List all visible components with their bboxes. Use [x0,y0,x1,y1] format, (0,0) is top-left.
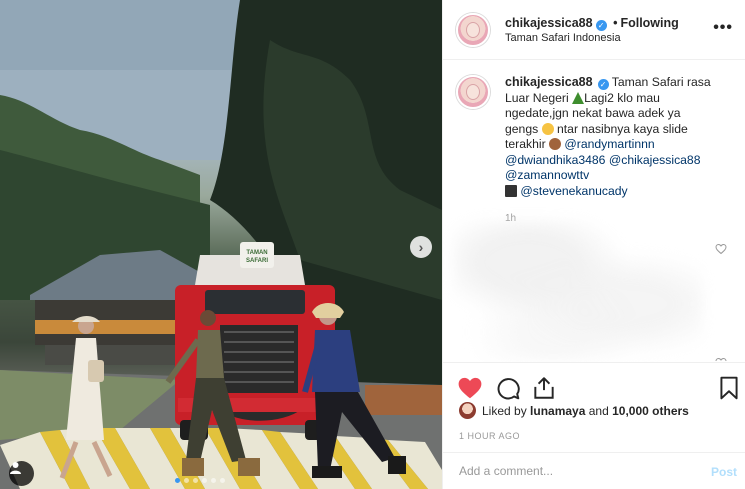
mention-link[interactable]: @zamannowttv [505,168,589,182]
liker-avatar[interactable] [459,402,476,419]
post-photo[interactable]: TAMAN SAFARI › [0,0,442,489]
post-header: chikajessica88 ✓ • Following Taman Safari … [443,0,745,60]
verified-badge-icon: ✓ [595,20,607,31]
separator-dot: • [613,16,618,30]
post-location[interactable]: Taman Safari Indonesia [505,32,621,44]
liked-by-text: Liked by lunamaya and 10,000 others [482,404,689,418]
likes-summary: Liked by lunamaya and 10,000 others [459,402,689,419]
comment-icon[interactable] [495,375,521,401]
carousel-dot [211,478,216,483]
carousel-dot [193,478,198,483]
next-photo-button[interactable]: › [410,236,432,258]
caption-author-username[interactable]: chikajessica88 [505,75,593,89]
caption-text: chikajessica88 ✓ Taman Safari rasa Luar N… [505,75,715,227]
photo-scene: TAMAN SAFARI [0,0,442,489]
monkey-emoji-icon [549,138,562,150]
caption-author-avatar[interactable] [456,75,490,109]
carousel-dot [202,478,207,483]
tree-emoji-icon [572,91,585,104]
carousel-dot [175,478,180,483]
likes-count-link[interactable]: 10,000 others [612,404,689,418]
mention-link[interactable]: @chikajessica88 [609,153,701,167]
liker-username[interactable]: lunamaya [530,404,585,418]
comment-like-heart-icon[interactable] [715,355,727,361]
comment-box: Post [443,452,745,489]
post-comment-button[interactable]: Post [711,465,737,479]
carousel-dot [184,478,189,483]
post-timestamp[interactable]: 1 HOUR AGO [459,431,520,441]
post-side-panel: chikajessica88 ✓ • Following Taman Safari … [442,0,745,489]
mention-link[interactable]: @randymartinnn [564,137,654,151]
share-icon[interactable] [531,375,557,401]
blurred-comments [453,220,703,360]
user-icon [10,462,21,474]
following-button[interactable]: Following [620,16,678,30]
laughing-emoji-icon [541,122,554,135]
tagged-users-button[interactable] [9,461,34,486]
more-options-icon[interactable]: ••• [713,19,733,37]
mention-link[interactable]: @stevenekanucady [520,184,627,198]
mention-link[interactable]: @dwiandhika3486 [505,153,605,167]
heart-filled-icon[interactable] [457,375,483,401]
carousel-indicator [175,478,225,483]
comment-input[interactable] [459,464,689,478]
bookmark-icon[interactable] [716,375,742,401]
chevron-right-icon: › [418,239,424,255]
author-username[interactable]: chikajessica88 [505,16,593,30]
carousel-dot [220,478,225,483]
clapperboard-emoji-icon [505,184,517,197]
truck-sign-text: SAFARI [246,258,268,264]
liked-by-and: and [588,403,609,418]
liked-by-prefix: Liked by [482,403,527,418]
caption-section: chikajessica88 ✓ Taman Safari rasa Luar N… [443,60,745,362]
verified-badge-icon: ✓ [597,79,609,90]
truck-sign-text: TAMAN [246,250,267,256]
author-avatar[interactable] [456,13,490,47]
comment-like-heart-icon[interactable] [715,243,727,255]
